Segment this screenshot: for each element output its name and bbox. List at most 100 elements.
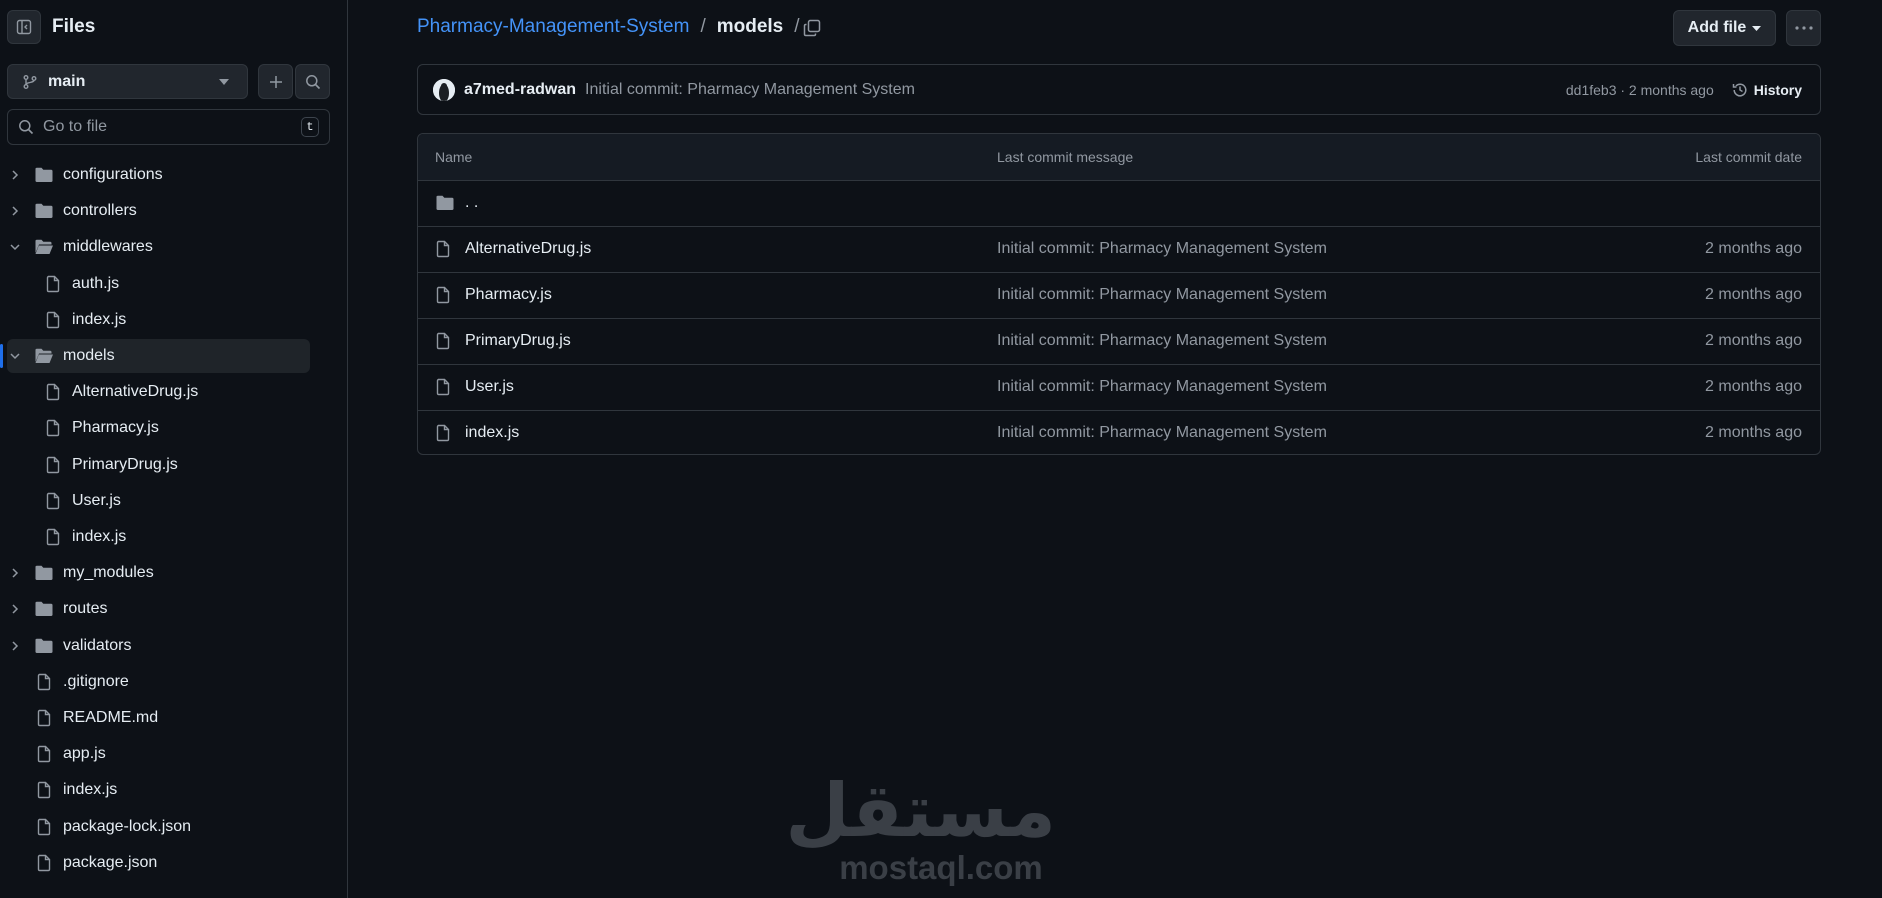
more-options-button[interactable] (1786, 10, 1821, 46)
tree-item-label: .gitignore (63, 673, 129, 690)
folder-icon (33, 200, 55, 222)
table-row[interactable]: index.js Initial commit: Pharmacy Managem… (418, 411, 1820, 454)
column-header-message: Last commit message (997, 149, 1134, 165)
tree-folder-item[interactable]: middlewares (7, 230, 323, 264)
go-to-file-input[interactable] (43, 118, 292, 136)
add-file-sidebar-button[interactable] (258, 64, 293, 99)
chevron-right-icon[interactable] (7, 565, 23, 581)
commit-message-link[interactable]: Initial commit: Pharmacy Management Syst… (997, 286, 1327, 304)
folder-icon (33, 598, 55, 620)
folder-icon (33, 562, 55, 584)
table-row[interactable]: Pharmacy.js Initial commit: Pharmacy Mana… (418, 273, 1820, 319)
file-name-link[interactable]: PrimaryDrug.js (465, 332, 571, 350)
commit-date: 2 months ago (1705, 332, 1802, 349)
tree-file-item[interactable]: index.js (7, 303, 323, 337)
file-icon (33, 852, 55, 874)
tree-item-label: PrimaryDrug.js (72, 456, 178, 473)
file-name-link[interactable]: AlternativeDrug.js (465, 240, 591, 258)
commit-message-link[interactable]: Initial commit: Pharmacy Management Syst… (997, 332, 1327, 350)
parent-directory-row[interactable]: . . (418, 181, 1820, 227)
commit-date: 2 months ago (1705, 424, 1802, 441)
file-icon (42, 417, 64, 439)
tree-file-item[interactable]: Pharmacy.js (7, 411, 323, 445)
tree-item-label: auth.js (72, 275, 120, 292)
copy-path-button[interactable] (800, 16, 824, 40)
tree-file-item[interactable]: index.js (7, 520, 323, 554)
chevron-down-icon[interactable] (7, 348, 23, 364)
latest-commit-bar: a7med-radwan Initial commit: Pharmacy Ma… (417, 64, 1821, 115)
commit-message-link[interactable]: Initial commit: Pharmacy Management Syst… (585, 81, 1566, 99)
file-icon (435, 332, 451, 350)
tree-folder-item[interactable]: controllers (7, 194, 323, 228)
copy-icon (803, 19, 821, 37)
tree-folder-item[interactable]: configurations (7, 158, 323, 192)
file-tree-sidebar: Files main t configurations controllers mi… (0, 0, 348, 898)
collapse-sidebar-button[interactable] (7, 10, 41, 44)
history-label: History (1753, 81, 1802, 98)
tree-item-label: controllers (63, 202, 137, 219)
tree-file-item[interactable]: PrimaryDrug.js (7, 448, 323, 482)
chevron-right-icon[interactable] (7, 638, 23, 654)
sidebar-collapse-icon (16, 19, 32, 35)
commit-message-link[interactable]: Initial commit: Pharmacy Management Syst… (997, 240, 1327, 258)
add-file-label: Add file (1687, 19, 1747, 36)
chevron-right-icon[interactable] (7, 601, 23, 617)
tree-item-label: package-lock.json (63, 818, 192, 835)
tree-folder-item[interactable]: routes (7, 592, 323, 626)
breadcrumb: Pharmacy-Management-System / models / (417, 16, 811, 38)
table-row[interactable]: User.js Initial commit: Pharmacy Manageme… (418, 365, 1820, 411)
search-code-button[interactable] (295, 64, 330, 99)
file-name-link[interactable]: index.js (465, 424, 519, 442)
file-icon (435, 286, 451, 304)
commit-author-link[interactable]: a7med-radwan (464, 81, 576, 99)
file-name-link[interactable]: Pharmacy.js (465, 286, 552, 304)
parent-directory-link[interactable]: . . (465, 194, 478, 212)
tree-file-item[interactable]: package.json (7, 846, 323, 880)
tree-item-label: Pharmacy.js (72, 419, 159, 436)
tree-file-item[interactable]: index.js (7, 773, 323, 807)
file-name-link[interactable]: User.js (465, 378, 514, 396)
tree-file-item[interactable]: package-lock.json (7, 810, 323, 844)
branch-selector-button[interactable]: main (7, 64, 248, 99)
file-icon (33, 779, 55, 801)
tree-file-item[interactable]: app.js (7, 737, 323, 771)
tree-folder-item[interactable]: my_modules (7, 556, 323, 590)
tree-file-item[interactable]: .gitignore (7, 665, 323, 699)
tree-folder-item[interactable]: models (7, 339, 310, 373)
tree-file-item[interactable]: README.md (7, 701, 323, 735)
folder-icon (435, 193, 455, 213)
commit-sha-and-time[interactable]: dd1feb3 · 2 months ago (1566, 82, 1714, 98)
tree-file-item[interactable]: User.js (7, 484, 323, 518)
git-branch-icon (22, 74, 38, 90)
table-row[interactable]: PrimaryDrug.js Initial commit: Pharmacy M… (418, 319, 1820, 365)
watermark-arabic-text: مستقل (785, 768, 1056, 854)
tree-file-item[interactable]: AlternativeDrug.js (7, 375, 323, 409)
tree-item-label: routes (63, 600, 108, 617)
tree-file-item[interactable]: auth.js (7, 267, 323, 301)
chevron-right-icon[interactable] (7, 203, 23, 219)
file-icon (42, 526, 64, 548)
commit-message-link[interactable]: Initial commit: Pharmacy Management Syst… (997, 378, 1327, 396)
chevron-right-icon[interactable] (7, 167, 23, 183)
add-file-button[interactable]: Add file (1673, 10, 1776, 46)
breadcrumb-repo-link[interactable]: Pharmacy-Management-System (417, 16, 689, 38)
tree-folder-item[interactable]: validators (7, 629, 323, 663)
commit-date: 2 months ago (1705, 240, 1802, 257)
keyboard-shortcut-hint: t (301, 117, 319, 137)
go-to-file-field[interactable]: t (7, 109, 330, 145)
tree-item-label: package.json (63, 854, 158, 871)
tree-item-label: User.js (72, 492, 121, 509)
plus-icon (268, 74, 284, 90)
file-icon (33, 707, 55, 729)
folder-icon (33, 635, 55, 657)
file-icon (33, 816, 55, 838)
avatar[interactable] (433, 78, 455, 101)
commit-message-link[interactable]: Initial commit: Pharmacy Management Syst… (997, 424, 1327, 442)
table-row[interactable]: AlternativeDrug.js Initial commit: Pharma… (418, 227, 1820, 273)
breadcrumb-separator: / (700, 16, 706, 37)
chevron-down-icon[interactable] (7, 239, 23, 255)
history-link[interactable]: History (1732, 82, 1802, 98)
watermark-latin-text: mostaql.com (839, 849, 1043, 886)
file-icon (42, 273, 64, 295)
tree-item-label: README.md (63, 709, 159, 726)
